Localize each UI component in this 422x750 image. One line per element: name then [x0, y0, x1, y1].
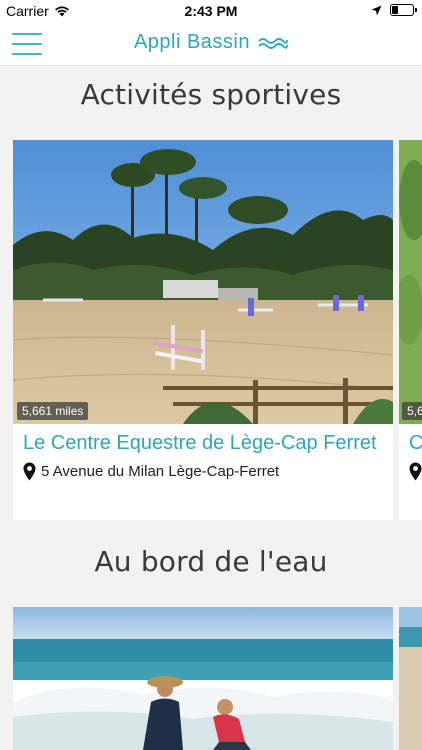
- activity-card[interactable]: 5,6 C: [399, 140, 422, 520]
- status-bar: Carrier 2:43 PM: [0, 0, 422, 22]
- distance-badge: 5,661 miles: [17, 402, 89, 420]
- activity-card[interactable]: [399, 607, 422, 750]
- app-title: Appli Bassin: [0, 31, 422, 54]
- app-title-text: Appli Bassin: [133, 31, 250, 54]
- section-title-sports: Activités sportives: [80, 78, 342, 111]
- battery-icon: [390, 4, 417, 16]
- distance-badge: 5,6: [402, 402, 422, 420]
- activity-name-link[interactable]: Le Centre Equestre de Lège-Cap Ferret: [23, 432, 377, 455]
- activity-photo: [399, 140, 422, 424]
- activity-card[interactable]: 5,661 miles Le Centre Equestre de Lège-C…: [13, 140, 393, 520]
- activity-photo: [13, 607, 393, 750]
- map-pin-icon: [409, 462, 422, 481]
- activity-name-link[interactable]: C: [409, 432, 422, 455]
- section-title-water: Au bord de l'eau: [94, 545, 328, 578]
- activity-photo: [399, 607, 422, 750]
- wave-logo-icon: [258, 37, 288, 49]
- location-arrow-icon: [371, 5, 382, 15]
- activity-address: 5 Avenue du Milan Lège-Cap-Ferret: [23, 462, 279, 481]
- nav-bar: Appli Bassin: [0, 22, 422, 66]
- map-pin-icon: [23, 462, 36, 481]
- activity-photo: [13, 140, 393, 424]
- activity-card[interactable]: [13, 607, 393, 750]
- activity-address-text: 5 Avenue du Milan Lège-Cap-Ferret: [41, 463, 280, 480]
- status-time: 2:43 PM: [184, 3, 238, 19]
- status-right: [371, 4, 417, 16]
- activity-address: [409, 462, 422, 481]
